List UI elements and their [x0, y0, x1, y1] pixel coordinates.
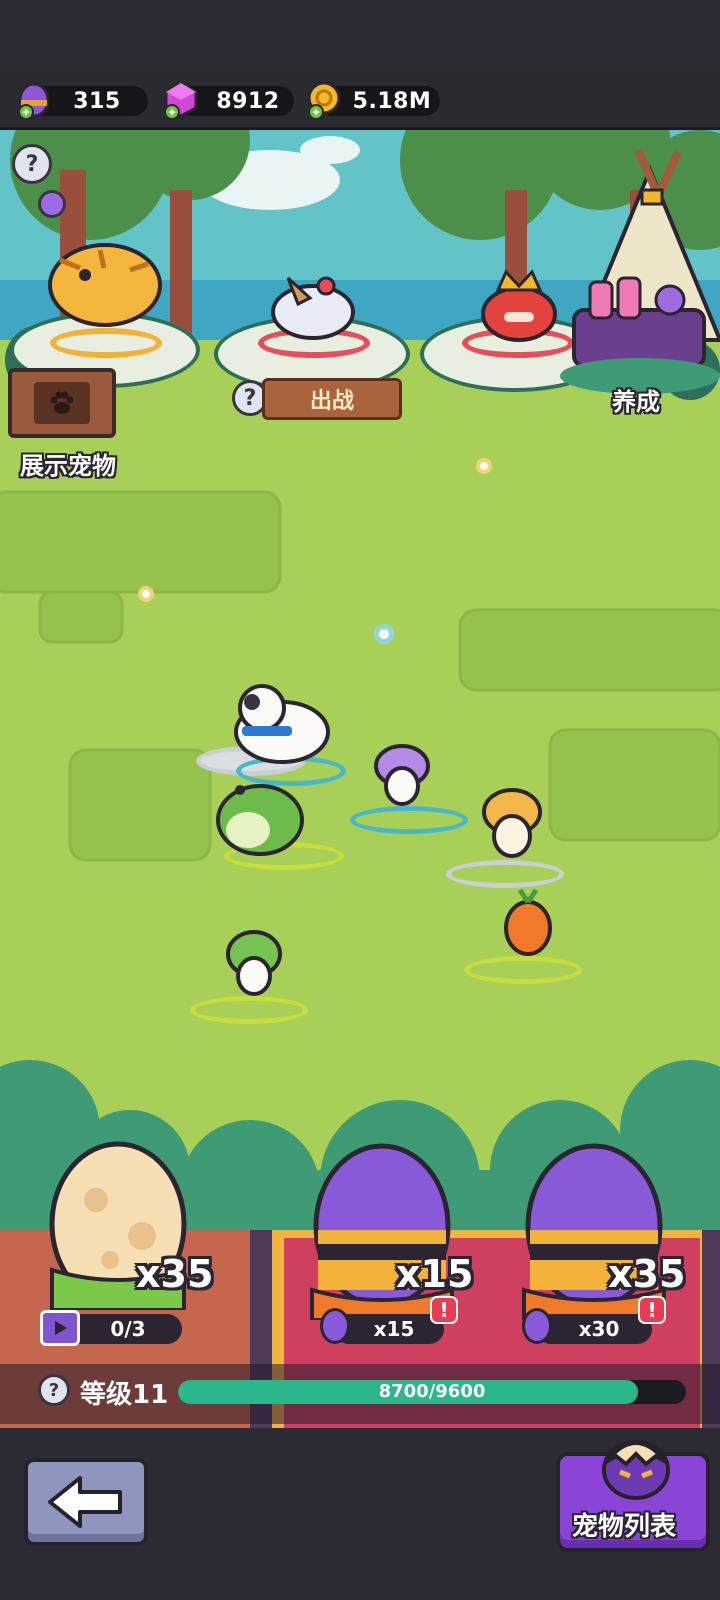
ad-watch-count: 0/3 — [110, 1317, 146, 1341]
ghost-mushroom-pet-icon[interactable] — [372, 742, 432, 808]
alert-badge-1: ! — [430, 1296, 458, 1324]
tent-nurture-icon[interactable] — [560, 140, 720, 400]
bottom-nav: 宠物列表 — [0, 1428, 720, 1600]
egg-cost-icon — [522, 1308, 552, 1344]
egg-count: 315 — [73, 88, 121, 114]
dino-pet-icon[interactable] — [210, 760, 320, 860]
gem-count: 8912 — [216, 88, 280, 114]
egg-currency-icon — [18, 82, 50, 120]
level-label: 等级11 — [80, 1380, 169, 1410]
level-help-icon[interactable]: ? — [38, 1374, 70, 1406]
flower-icon — [476, 458, 492, 474]
king-tomato-pet-icon[interactable] — [474, 264, 564, 344]
green-mushroom-pet-icon[interactable] — [224, 928, 284, 998]
ad-watch-counter[interactable]: 0/3 — [40, 1310, 182, 1346]
field-ring-6 — [464, 956, 582, 984]
deploy-sign[interactable]: ? 出战 — [232, 378, 404, 422]
egg-mascot-icon — [602, 1440, 670, 1500]
arrow-left-icon — [48, 1476, 122, 1528]
egg-count-1: x35 — [136, 1252, 214, 1296]
hanging-orb-icon — [38, 190, 66, 218]
hatch-cost-1[interactable]: x15 — [320, 1308, 444, 1344]
paw-icon — [34, 382, 90, 424]
hatch-cost-2[interactable]: x30 — [522, 1308, 652, 1344]
field-ring-7 — [190, 996, 308, 1024]
orange-mushroom-pet-icon[interactable] — [480, 786, 544, 860]
egg-cost-icon — [320, 1308, 350, 1344]
flower-icon — [374, 624, 394, 644]
coin-currency-icon — [307, 81, 341, 120]
pet-list-button[interactable]: 宠物列表 — [556, 1440, 710, 1552]
platform-ring-gold — [50, 328, 162, 358]
dog-pet-icon[interactable] — [222, 680, 342, 770]
flower-icon — [138, 586, 154, 602]
pet-garden-scene: ? 养成 展示宠物 ? 出战 — [0, 130, 720, 1230]
xp-progress-text: 8700/9600 — [378, 1381, 486, 1402]
level-bar: ? 等级11 8700/9600 — [0, 1358, 720, 1428]
egg-count-2: x15 — [396, 1252, 474, 1296]
hatch-cost-2-label: x30 — [578, 1317, 620, 1341]
nurture-label[interactable]: 养成 — [612, 382, 660, 417]
slime-icecream-pet-icon[interactable] — [268, 268, 358, 340]
egg-count-3: x35 — [608, 1252, 686, 1296]
video-ad-icon — [40, 1310, 80, 1346]
alert-badge-2: ! — [638, 1296, 666, 1324]
deploy-button[interactable]: 出战 — [262, 378, 402, 420]
pet-list-label: 宠物列表 — [572, 1512, 677, 1542]
xp-progress-bar: 8700/9600 — [178, 1380, 686, 1404]
field-ring-4 — [350, 806, 468, 834]
carrot-pet-icon[interactable] — [500, 888, 556, 958]
coin-count: 5.18M — [352, 88, 432, 114]
hatch-cost-1-label: x15 — [373, 1317, 415, 1341]
resource-bar: 315 8912 5.18M — [0, 70, 720, 130]
tiger-pet-icon[interactable] — [40, 230, 170, 330]
gem-currency-icon — [164, 81, 198, 120]
display-pets-label[interactable]: 展示宠物 — [20, 446, 116, 481]
display-pets-sign[interactable] — [8, 368, 116, 438]
back-button[interactable] — [24, 1458, 148, 1546]
status-bar-area — [0, 0, 720, 70]
deploy-label: 出战 — [309, 389, 354, 414]
scene-help-icon[interactable]: ? — [12, 144, 52, 184]
field-ring-5 — [446, 860, 564, 888]
